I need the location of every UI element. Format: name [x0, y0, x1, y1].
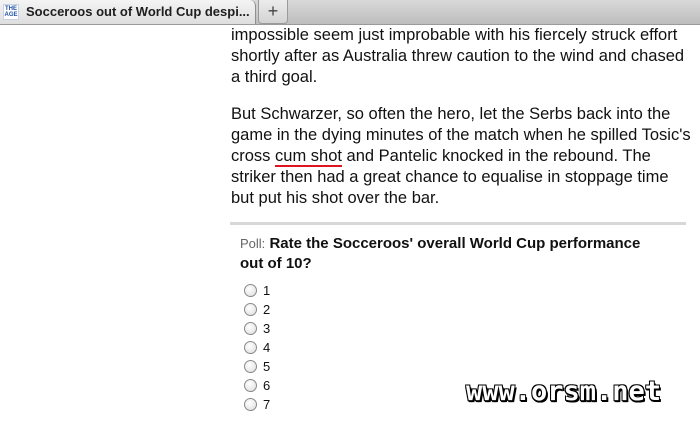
spellcheck-underlined-text: cum shot — [275, 147, 342, 167]
poll-question: Poll: Rate the Socceroos' overall World … — [240, 234, 660, 274]
new-tab-button[interactable]: + — [258, 0, 288, 24]
poll-question-text: Rate the Socceroos' overall World Cup pe… — [240, 235, 641, 272]
browser-tab[interactable]: THE AGE Socceroos out of World Cup despi… — [0, 0, 256, 24]
poll-option-6[interactable]: 6 — [244, 377, 270, 395]
poll-option-label: 6 — [263, 378, 271, 394]
watermark-text: www.orsm.net — [466, 376, 662, 407]
the-age-favicon-icon: THE AGE — [3, 4, 19, 20]
radio-button[interactable] — [244, 322, 257, 336]
browser-tab-bar: THE AGE Socceroos out of World Cup despi… — [0, 0, 700, 25]
poll-option-4[interactable]: 4 — [244, 339, 270, 357]
radio-button[interactable] — [244, 360, 257, 374]
poll-option-label: 2 — [263, 302, 271, 318]
radio-button[interactable] — [244, 303, 257, 317]
poll-option-label: 1 — [263, 283, 271, 299]
radio-button[interactable] — [244, 341, 257, 355]
poll-option-5[interactable]: 5 — [244, 358, 270, 376]
poll-option-label: 7 — [263, 397, 271, 413]
poll-option-2[interactable]: 2 — [244, 301, 270, 319]
poll-option-1[interactable]: 1 — [244, 282, 270, 300]
poll-option-label: 5 — [263, 359, 271, 375]
radio-button[interactable] — [244, 398, 257, 412]
article-paragraph-2: But Schwarzer, so often the hero, let th… — [231, 104, 691, 209]
radio-button[interactable] — [244, 379, 257, 393]
tab-title: Socceroos out of World Cup despi... — [26, 4, 250, 19]
poll-option-label: 4 — [263, 340, 271, 356]
article-paragraph-1: impossible seem just improbable with his… — [231, 26, 685, 86]
poll-option-label: 3 — [263, 321, 271, 337]
poll-prefix: Poll: — [240, 236, 266, 251]
radio-button[interactable] — [244, 284, 257, 298]
poll-option-3[interactable]: 3 — [244, 320, 270, 338]
poll-option-7[interactable]: 7 — [244, 396, 270, 414]
